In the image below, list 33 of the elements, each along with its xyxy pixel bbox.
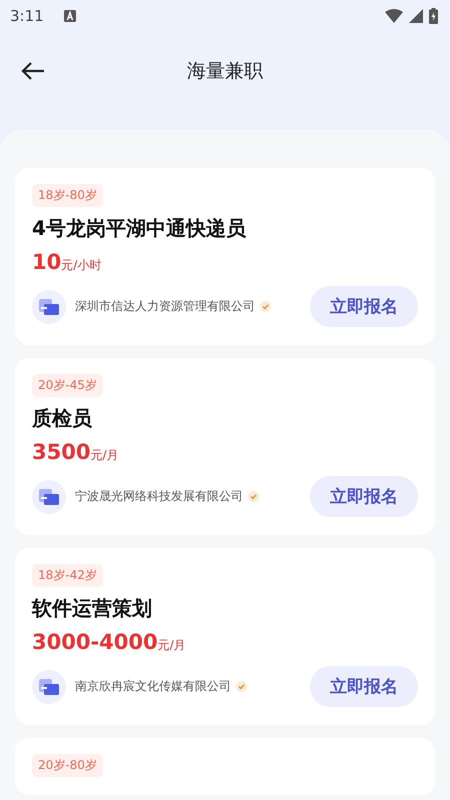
company-name: 宁波晟光网络科技发展有限公司 [75,488,243,505]
battery-icon [429,8,438,24]
job-card[interactable]: 18岁-42岁 软件运营策划 3000-4000元/月 南京欣冉宸文化传媒有限公司 立即报名 [15,548,435,725]
age-tag: 20岁-80岁 [32,754,103,777]
page-title: 海量兼职 [186,59,264,84]
apply-button[interactable]: 立即报名 [310,666,418,707]
apply-button[interactable]: 立即报名 [310,286,418,327]
salary-amount: 10 [32,250,62,274]
age-tag: 18岁-42岁 [32,564,103,587]
age-tag: 20岁-45岁 [32,374,103,397]
job-card[interactable]: 18岁-80岁 4号龙岗平湖中通快递员 10元/小时 深圳市信达人力资源管理有限公司 立即报名 [15,168,435,345]
company-logo-icon [32,670,66,704]
wifi-icon [385,9,403,23]
salary-unit: 元/月 [90,447,118,464]
company-name: 深圳市信达人力资源管理有限公司 [75,298,255,315]
job-card[interactable]: 20岁-80岁 [15,738,435,795]
job-title: 质检员 [32,405,92,432]
job-card[interactable]: 20岁-45岁 质检员 3500元/月 宁波晟光网络科技发展有限公司 立即报名 [15,358,435,535]
salary-amount: 3500 [32,440,90,464]
notification-icon [64,10,76,22]
company-logo-icon [32,290,66,324]
company-name: 南京欣冉宸文化传媒有限公司 [75,678,231,695]
salary-unit: 元/月 [158,637,186,654]
apply-button[interactable]: 立即报名 [310,476,418,517]
status-time: 3:11 [10,7,44,25]
back-arrow-icon[interactable] [20,61,46,81]
salary-amount: 3000-4000 [32,630,158,654]
job-title: 软件运营策划 [32,595,152,622]
age-tag: 18岁-80岁 [32,184,103,207]
salary-unit: 元/小时 [61,257,102,274]
signal-icon [409,9,423,23]
job-title: 4号龙岗平湖中通快递员 [32,215,246,242]
company-logo-icon [32,480,66,514]
